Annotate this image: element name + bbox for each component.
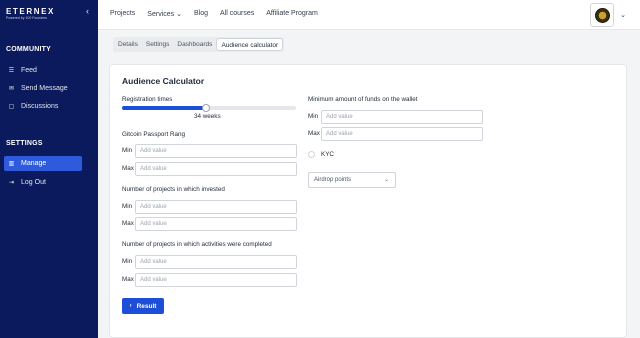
- kyc-label: KYC: [321, 151, 334, 158]
- activities-max-input[interactable]: Add value: [135, 273, 297, 287]
- chart-icon: ▥: [8, 161, 15, 167]
- nav-link-projects[interactable]: Projects: [110, 10, 135, 18]
- card-title: Audience Calculator: [122, 76, 205, 86]
- audience-calculator-card: Audience Calculator Registration times 3…: [109, 64, 627, 338]
- chevron-left-icon[interactable]: ‹: [86, 6, 89, 16]
- nav-link-affiliate-program[interactable]: Affiliate Program: [266, 10, 318, 18]
- nav-link-blog[interactable]: Blog: [194, 10, 208, 18]
- invested-label: Number of projects in which invested: [122, 186, 225, 193]
- sidebar-item-label: Send Message: [21, 85, 68, 92]
- sidebar-item-manage[interactable]: ▥ Manage: [4, 156, 82, 171]
- sidebar-item-feed[interactable]: ☰ Feed: [4, 63, 82, 78]
- funds-label: Minimum amount of funds on the wallet: [308, 96, 418, 103]
- activities-min-label: Min: [122, 258, 133, 265]
- top-navbar: Projects Services ⌄ Blog All courses Affi…: [98, 0, 640, 30]
- sidebar-item-label: Discussions: [21, 103, 59, 110]
- sidebar: ETERNEX Powered by 100 Founders ‹ COMMUN…: [0, 0, 98, 338]
- avatar[interactable]: [590, 3, 615, 27]
- funds-max-input[interactable]: Add value: [321, 127, 483, 141]
- passport-max-label: Max: [122, 165, 134, 172]
- select-value: Airdrop points: [314, 177, 352, 183]
- registration-slider[interactable]: [122, 104, 296, 112]
- chevron-down-icon: ⌄: [176, 11, 183, 18]
- invested-min-input[interactable]: Add value: [135, 200, 297, 214]
- community-section-title: COMMUNITY: [6, 46, 51, 53]
- invested-max-label: Max: [122, 220, 134, 227]
- activities-max-label: Max: [122, 276, 134, 283]
- logo-tagline: Powered by 100 Founders: [6, 16, 48, 20]
- project-tabs: Details Settings Dashboards Audience cal…: [113, 37, 285, 52]
- sidebar-item-discussions[interactable]: ▢ Discussions: [4, 99, 82, 114]
- chevron-down-icon[interactable]: ⌄: [620, 11, 626, 19]
- slider-handle[interactable]: [201, 104, 210, 112]
- invested-min-label: Min: [122, 203, 133, 210]
- result-button[interactable]: › Result: [122, 298, 164, 314]
- result-button-label: Result: [136, 302, 157, 310]
- nav-link-label: Services: [147, 11, 175, 18]
- sidebar-item-label: Feed: [21, 67, 37, 74]
- kyc-radio[interactable]: [308, 151, 315, 158]
- list-icon: ☰: [8, 68, 15, 74]
- user-menu[interactable]: ⌄: [590, 3, 626, 27]
- top-nav-links: Projects Services ⌄ Blog All courses Affi…: [110, 10, 330, 18]
- avatar-image: [594, 7, 610, 23]
- chevron-down-icon: ⌄: [383, 177, 389, 183]
- activities-min-input[interactable]: Add value: [135, 255, 297, 269]
- slider-fill: [122, 106, 206, 110]
- message-icon: ✉: [8, 86, 15, 92]
- tab-dashboards[interactable]: Dashboards: [173, 38, 216, 51]
- passport-max-input[interactable]: Add value: [135, 162, 297, 176]
- logout-icon: ⇥: [8, 180, 15, 186]
- sidebar-item-send-message[interactable]: ✉ Send Message: [4, 81, 82, 96]
- settings-section-title: SETTINGS: [6, 140, 43, 147]
- nav-link-services[interactable]: Services ⌄: [147, 10, 182, 18]
- activities-label: Number of projects in which activities w…: [122, 241, 272, 248]
- tab-settings[interactable]: Settings: [142, 38, 174, 51]
- passport-min-input[interactable]: Add value: [135, 144, 297, 158]
- passport-min-label: Min: [122, 147, 133, 154]
- passport-label: Gitcoin Passport Rang: [122, 131, 185, 138]
- tab-details[interactable]: Details: [114, 38, 142, 51]
- sidebar-item-label: Log Out: [21, 179, 46, 186]
- funds-min-input[interactable]: Add value: [321, 110, 483, 124]
- logo-text: ETERNEX: [6, 7, 55, 16]
- funds-max-label: Max: [308, 130, 320, 137]
- logo[interactable]: ETERNEX Powered by 100 Founders: [6, 7, 55, 20]
- sidebar-item-logout[interactable]: ⇥ Log Out: [4, 175, 82, 190]
- airdrop-points-select[interactable]: Airdrop points ⌄: [308, 172, 396, 188]
- chevron-right-icon: ›: [129, 303, 132, 309]
- registration-value: 34 weeks: [194, 113, 221, 120]
- nav-link-all-courses[interactable]: All courses: [220, 10, 254, 18]
- invested-max-input[interactable]: Add value: [135, 217, 297, 231]
- tab-audience-calculator[interactable]: Audience calculator: [216, 38, 284, 51]
- funds-min-label: Min: [308, 113, 319, 120]
- sidebar-item-label: Manage: [21, 160, 47, 167]
- registration-label: Registration times: [122, 96, 173, 103]
- discussion-icon: ▢: [8, 104, 15, 110]
